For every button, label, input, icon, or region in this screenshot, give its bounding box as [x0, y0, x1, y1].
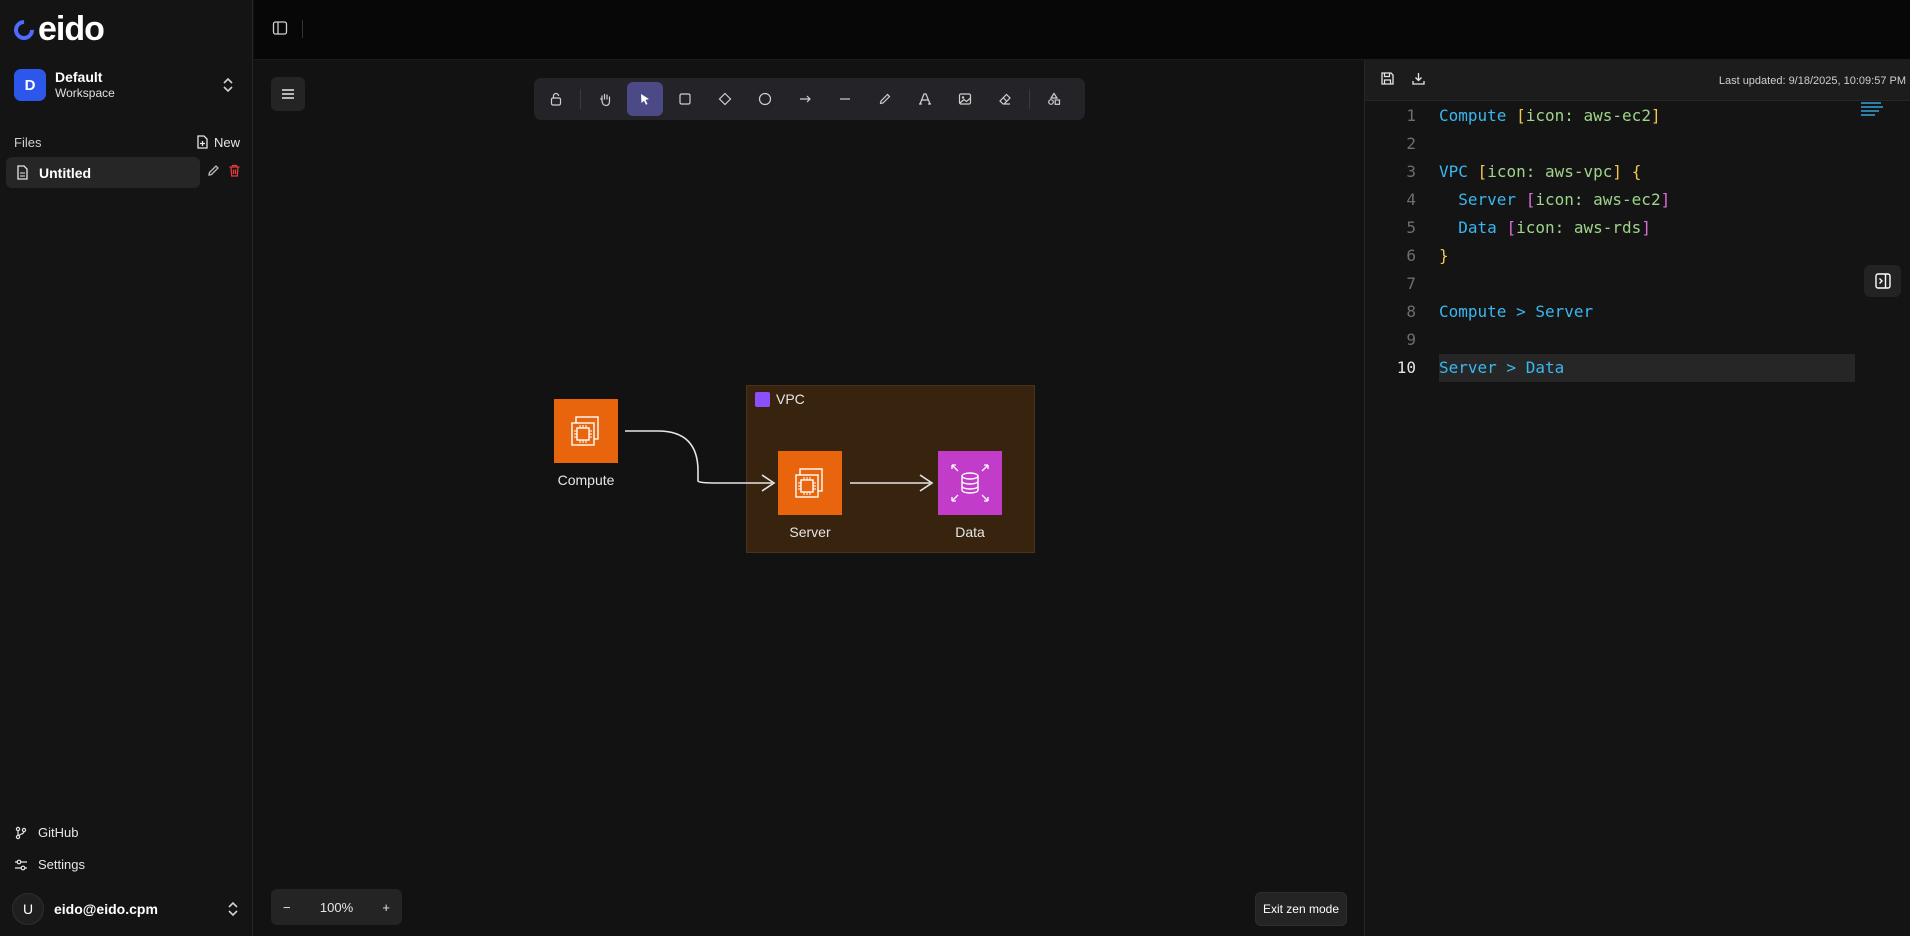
sidebar: eido D Default Workspace Files New Untit… [0, 0, 253, 936]
new-file-button[interactable]: New [196, 135, 240, 150]
workspace-avatar: D [14, 69, 46, 101]
code-line-current: 10 Server > Data [1365, 354, 1855, 382]
save-icon[interactable] [1380, 71, 1395, 86]
code-line: 6 } [1365, 242, 1855, 270]
aws-ec2-icon [778, 451, 842, 515]
logo-text: eido [38, 10, 105, 48]
exit-zen-mode-button[interactable]: Exit zen mode [1255, 892, 1347, 926]
git-branch-icon [15, 826, 27, 839]
file-plus-icon [197, 135, 208, 149]
line-number: 2 [1406, 134, 1416, 153]
last-updated-text: Last updated: 9/18/2025, 10:09:57 PM [1718, 75, 1906, 87]
canvas[interactable]: VPC Compute Server Data − 100% + Exit ze… [254, 60, 1364, 936]
file-actions [206, 163, 242, 178]
workspace-name: Default [55, 69, 103, 85]
user-menu[interactable]: U eido@eido.cpm [12, 893, 242, 925]
line-content: Compute [icon: aws-ec2] [1439, 106, 1661, 125]
code-line: 7 [1365, 270, 1855, 298]
code-line: 9 [1365, 326, 1855, 354]
line-number: 6 [1406, 246, 1416, 265]
logo-icon [9, 15, 39, 44]
top-bar [254, 0, 1910, 60]
line-content: Compute > Server [1439, 302, 1594, 321]
line-number: 9 [1406, 330, 1416, 349]
rename-pencil-icon[interactable] [206, 163, 221, 178]
line-content: Server > Data [1439, 358, 1565, 377]
workspace-subtitle: Workspace [55, 86, 115, 100]
code-line: 1 Compute [icon: aws-ec2] [1365, 102, 1855, 130]
download-icon[interactable] [1411, 71, 1426, 86]
line-number: 7 [1406, 274, 1416, 293]
line-number: 3 [1406, 162, 1416, 181]
workspace-switcher[interactable]: D Default Workspace [8, 65, 245, 105]
settings-label: Settings [38, 857, 85, 872]
panel-right-icon [1874, 273, 1891, 289]
code-editor-panel: Last updated: 9/18/2025, 10:09:57 PM 1 C… [1364, 60, 1910, 936]
line-content: VPC [icon: aws-vpc] { [1439, 162, 1642, 181]
new-file-label: New [213, 134, 240, 150]
code-line: 3 VPC [icon: aws-vpc] { [1365, 158, 1855, 186]
editor-minimap[interactable] [1861, 102, 1883, 118]
line-number: 10 [1396, 358, 1416, 377]
line-number: 5 [1406, 218, 1416, 237]
line-content: Data [icon: aws-rds] [1458, 218, 1651, 237]
aws-ec2-icon [554, 399, 618, 463]
code-line: 8 Compute > Server [1365, 298, 1855, 326]
file-item-label: Untitled [39, 164, 92, 181]
user-email: eido@eido.cpm [54, 901, 158, 917]
node-label: Compute [557, 472, 615, 488]
node-data[interactable]: Data [938, 451, 1002, 540]
editor-toolbar: Last updated: 9/18/2025, 10:09:57 PM [1365, 60, 1910, 101]
code-line: 2 [1365, 130, 1855, 158]
collapse-panel-button[interactable] [1864, 265, 1901, 297]
settings-link[interactable]: Settings [14, 857, 85, 872]
sidebar-toggle-icon[interactable] [272, 20, 288, 36]
zoom-controls: − 100% + [271, 889, 402, 925]
line-number: 4 [1406, 190, 1416, 209]
zoom-level[interactable]: 100% [320, 900, 353, 915]
zoom-in-button[interactable]: + [382, 900, 390, 915]
node-server[interactable]: Server [778, 451, 842, 540]
line-content: } [1439, 246, 1449, 265]
node-compute[interactable]: Compute [554, 399, 618, 488]
chevrons-up-down-icon [223, 77, 233, 93]
files-heading: Files [14, 134, 42, 150]
app-root: eido D Default Workspace Files New Untit… [0, 0, 1910, 936]
code-line: 4 Server [icon: aws-ec2] [1365, 186, 1855, 214]
node-label: Server [789, 524, 831, 540]
app-logo[interactable]: eido [9, 10, 105, 49]
topbar-divider [302, 20, 303, 38]
github-link[interactable]: GitHub [14, 825, 78, 840]
code-line: 5 Data [icon: aws-rds] [1365, 214, 1855, 242]
node-label: Data [955, 524, 985, 540]
files-header: Files New [14, 134, 240, 150]
github-label: GitHub [38, 825, 79, 840]
delete-trash-icon[interactable] [227, 163, 242, 178]
line-content: Server [icon: aws-ec2] [1458, 190, 1671, 209]
chevrons-up-down-icon [228, 901, 238, 917]
settings-sliders-icon [15, 859, 27, 870]
file-item-untitled[interactable]: Untitled [6, 157, 200, 188]
line-number: 8 [1406, 302, 1416, 321]
line-number: 1 [1406, 106, 1416, 125]
aws-rds-icon [938, 451, 1002, 515]
code-area[interactable]: 1 Compute [icon: aws-ec2] 2 3 VPC [icon:… [1365, 102, 1855, 382]
file-icon [17, 165, 28, 180]
zoom-out-button[interactable]: − [283, 900, 291, 915]
user-avatar: U [12, 893, 44, 925]
